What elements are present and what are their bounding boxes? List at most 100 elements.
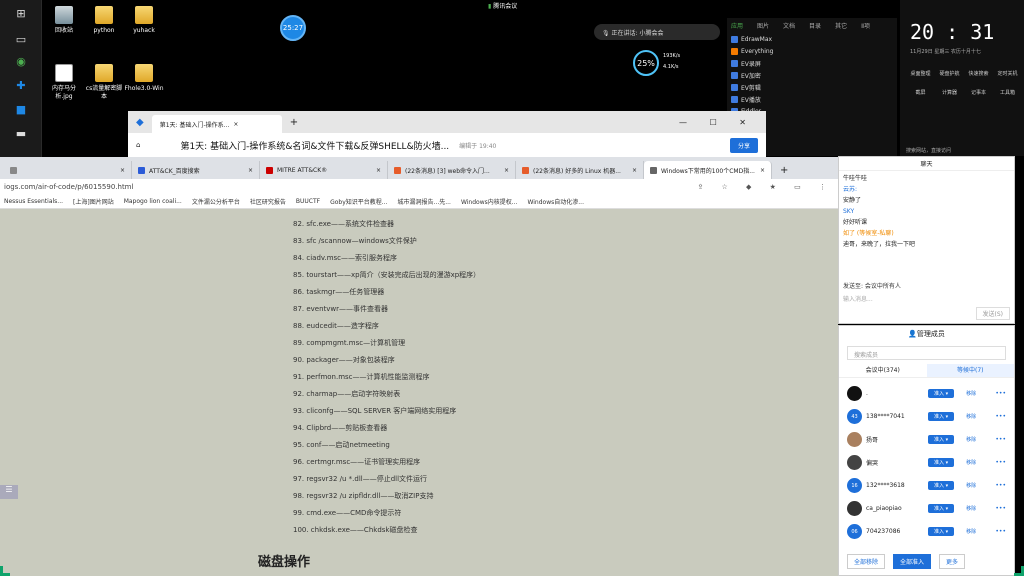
close-icon[interactable]: × xyxy=(233,121,238,128)
app-item[interactable]: EdrawMax xyxy=(727,33,897,45)
browser-tab[interactable]: ATT&CK_百度搜索 × xyxy=(132,161,260,179)
windows-start-icon[interactable]: ⊞ xyxy=(10,4,32,22)
close-icon[interactable]: × xyxy=(504,167,509,174)
more-icon[interactable]: ••• xyxy=(995,436,1006,443)
window-controls[interactable]: — ☐ ✕ xyxy=(679,118,756,127)
url-text[interactable]: iogs.com/air-of-code/p/6015590.html xyxy=(4,183,133,191)
send-to-selector[interactable]: 发送至: 会议中所有人 xyxy=(843,281,901,290)
remove-button[interactable]: 移除 xyxy=(966,528,976,535)
more-button[interactable]: 更多 xyxy=(939,554,966,569)
close-icon[interactable]: × xyxy=(760,167,765,174)
meeting-indicator[interactable]: ▮ 腾讯会议 xyxy=(488,1,517,10)
app-logo-icon: ◆ xyxy=(136,116,144,128)
new-tab-icon[interactable]: + xyxy=(290,117,298,128)
quick-action[interactable]: 截屏 xyxy=(906,89,935,96)
app-icon[interactable]: ✚ xyxy=(10,76,32,94)
browser-tab[interactable]: × xyxy=(4,161,132,179)
bookmark-item[interactable]: BUUCTF xyxy=(296,198,320,205)
browser-tab[interactable]: (22条消息) [3] web命令入门... × xyxy=(388,161,516,179)
desktop-icon-recycle-bin[interactable]: 回收站 xyxy=(44,6,84,35)
clock-search[interactable]: 搜索网站，直接访问 xyxy=(906,147,951,154)
remove-button[interactable]: 移除 xyxy=(966,390,976,397)
quick-action[interactable]: 定时关机 xyxy=(993,70,1022,77)
more-icon[interactable]: ••• xyxy=(995,459,1006,466)
bookmark-item[interactable]: Nessus Essentials... xyxy=(4,198,63,205)
network-widget[interactable]: 25% 193K/s 4.1K/s xyxy=(633,50,697,76)
admit-button[interactable]: 准入 ▾ xyxy=(928,389,955,398)
bookmark-item[interactable]: 城市漏洞报告...先... xyxy=(398,197,451,206)
quick-action[interactable]: 工具箱 xyxy=(993,89,1022,96)
terminal-icon[interactable]: ▬ xyxy=(10,124,32,142)
send-button[interactable]: 发送(S) xyxy=(975,307,1010,320)
admit-all-button[interactable]: 全部准入 xyxy=(893,554,932,569)
toolbar-icons[interactable]: ⇪ ☆ ◆ ★ ▭ ⋮ xyxy=(697,183,834,191)
desktop-icon-python[interactable]: python xyxy=(84,6,124,35)
app-item[interactable]: Everything xyxy=(727,45,897,57)
chat-input[interactable]: 输入消息... xyxy=(843,294,873,303)
close-icon[interactable]: × xyxy=(248,167,253,174)
browser-tab[interactable]: (22条消息) 好多的 Linux 机器... × xyxy=(516,161,644,179)
notes-tab[interactable]: 第1天: 基础入门-操作系... × xyxy=(151,115,282,133)
app-tab[interactable]: 图片 xyxy=(757,21,769,30)
remove-button[interactable]: 移除 xyxy=(966,482,976,489)
meeting-icon[interactable]: ■ xyxy=(10,100,32,118)
app-tab[interactable]: 目录 xyxy=(809,21,821,30)
member-search-input[interactable]: 搜索成员 xyxy=(847,346,1006,360)
browser-tab[interactable]: MITRE ATT&CK® × xyxy=(260,161,388,179)
bookmark-item[interactable]: 社区研究报告 xyxy=(250,197,286,206)
quick-action[interactable]: 硬盘护航 xyxy=(935,70,964,77)
tab-in-meeting[interactable]: 会议中(374) xyxy=(839,364,927,377)
recording-timer-badge[interactable]: 25:27 xyxy=(280,15,306,41)
bookmark-item[interactable]: Mapogo lion coali... xyxy=(124,198,182,205)
app-item[interactable]: EV加密 xyxy=(727,69,897,81)
quick-action[interactable]: 计算器 xyxy=(935,89,964,96)
chrome-icon[interactable]: ◉ xyxy=(10,52,32,70)
desktop-icon-cs-script[interactable]: cs流量解密脚本 xyxy=(84,64,124,101)
admit-button[interactable]: 准入 ▾ xyxy=(928,458,955,467)
remove-button[interactable]: 移除 xyxy=(966,459,976,466)
desktop-icon-image[interactable]: 内存马分析.jpg xyxy=(44,64,84,101)
app-item[interactable]: EV播放 xyxy=(727,93,897,105)
quick-action[interactable]: 桌面整理 xyxy=(906,70,935,77)
remove-button[interactable]: 移除 xyxy=(966,413,976,420)
share-button[interactable]: 分享 xyxy=(729,137,758,153)
admit-button[interactable]: 准入 ▾ xyxy=(928,504,955,513)
browser-tab[interactable]: Windows下常用的100个CMD指... × xyxy=(644,161,772,179)
bookmark-item[interactable]: [上海]图片网站 xyxy=(73,197,114,206)
tab-waiting[interactable]: 等候中(7) xyxy=(926,364,1014,377)
new-tab-icon[interactable]: + xyxy=(780,165,788,176)
bookmark-item[interactable]: Goby知识平台教程... xyxy=(330,197,387,206)
remove-button[interactable]: 移除 xyxy=(966,436,976,443)
quick-action[interactable]: 快速搜索 xyxy=(964,70,993,77)
app-item[interactable]: EV录屏 xyxy=(727,57,897,69)
quick-action[interactable]: 记事本 xyxy=(964,89,993,96)
bookmark-item[interactable]: 文件漏公分析平台 xyxy=(192,197,240,206)
remove-button[interactable]: 移除 xyxy=(966,505,976,512)
admit-button[interactable]: 准入 ▾ xyxy=(928,481,955,490)
folder-icon[interactable]: ▭ xyxy=(10,30,32,48)
more-icon[interactable]: ••• xyxy=(995,413,1006,420)
desktop-icon-yuhack[interactable]: yuhack xyxy=(124,6,164,35)
more-icon[interactable]: ••• xyxy=(995,505,1006,512)
close-icon[interactable]: × xyxy=(120,167,125,174)
bookmark-item[interactable]: Windows内核提权... xyxy=(461,197,518,206)
app-tab[interactable]: 应用 xyxy=(731,21,743,30)
app-tab[interactable]: Ⅱ项 xyxy=(861,21,870,30)
remove-all-button[interactable]: 全部移除 xyxy=(847,554,886,569)
address-bar[interactable]: iogs.com/air-of-code/p/6015590.html ⇪ ☆ … xyxy=(0,179,838,195)
app-item[interactable]: EV剪辑 xyxy=(727,81,897,93)
admit-button[interactable]: 准入 ▾ xyxy=(928,412,955,421)
more-icon[interactable]: ••• xyxy=(995,390,1006,397)
app-tab[interactable]: 其它 xyxy=(835,21,847,30)
admit-button[interactable]: 准入 ▾ xyxy=(928,527,955,536)
toc-toggle-icon[interactable]: ☰ xyxy=(0,485,18,499)
bookmark-item[interactable]: Windows自动化渗... xyxy=(527,197,584,206)
close-icon[interactable]: × xyxy=(632,167,637,174)
admit-button[interactable]: 准入 ▾ xyxy=(928,435,955,444)
app-tab[interactable]: 文档 xyxy=(783,21,795,30)
desktop-icon-fhole[interactable]: Fhole3.0-Win xyxy=(124,64,164,93)
home-icon[interactable]: ⌂ xyxy=(136,141,140,149)
more-icon[interactable]: ••• xyxy=(995,528,1006,535)
more-icon[interactable]: ••• xyxy=(995,482,1006,489)
close-icon[interactable]: × xyxy=(376,167,381,174)
